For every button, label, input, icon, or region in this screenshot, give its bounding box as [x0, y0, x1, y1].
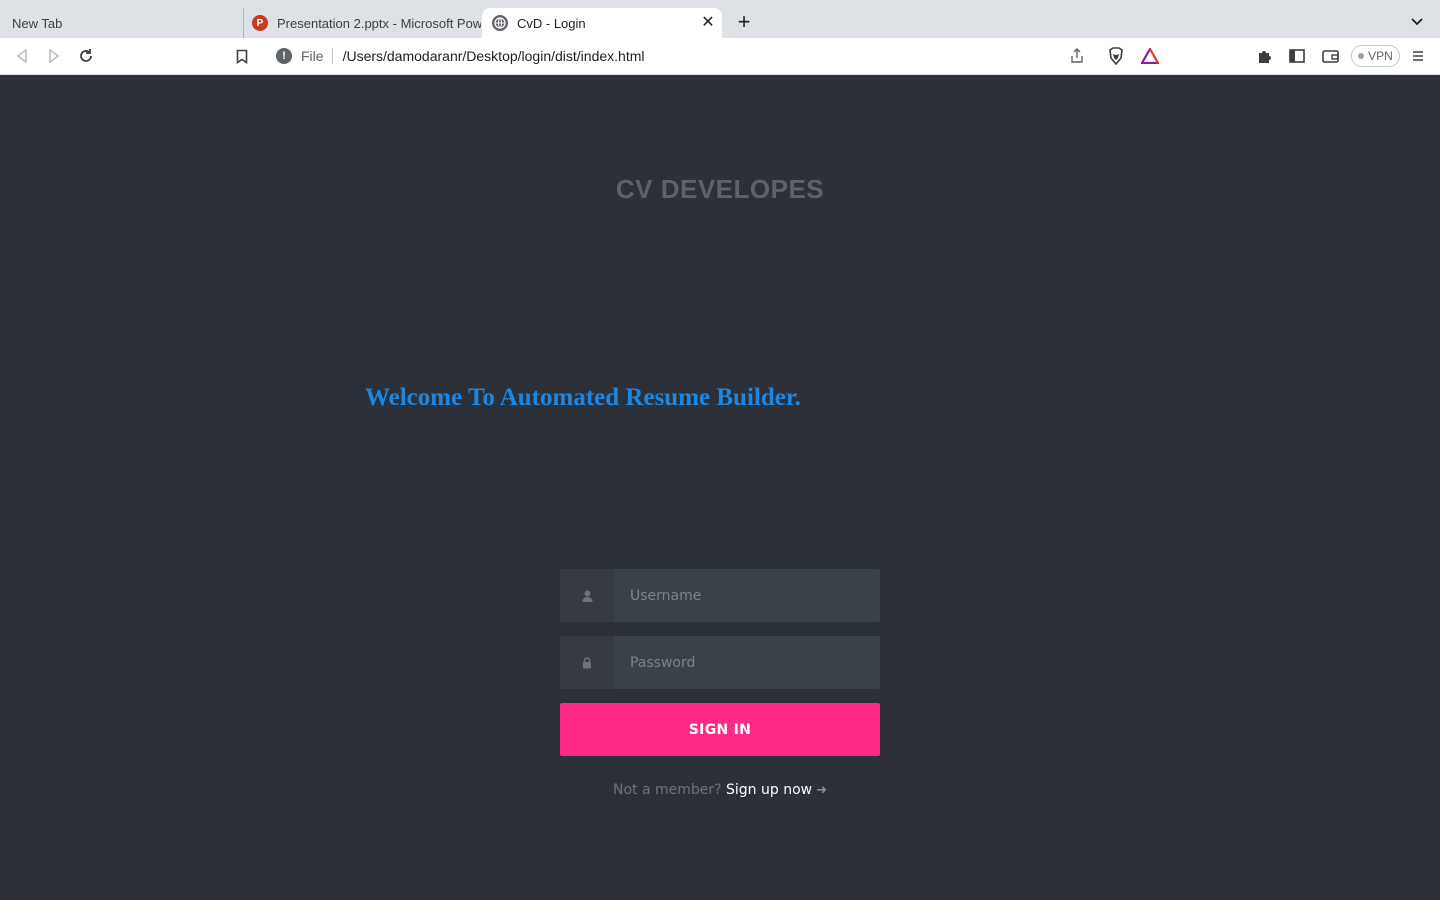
vpn-button[interactable]: VPN	[1351, 45, 1400, 67]
sign-in-button[interactable]: SIGN IN	[560, 703, 880, 756]
username-input[interactable]	[614, 569, 880, 622]
tab-title: New Tab	[12, 15, 63, 31]
info-icon[interactable]: !	[276, 48, 292, 64]
brand-title: CV DEVELOPES	[615, 174, 825, 204]
vpn-label: VPN	[1368, 49, 1393, 63]
tab-title: CvD - Login	[517, 15, 586, 31]
tab-cvd-login[interactable]: CvD - Login ✕	[482, 8, 722, 38]
browser-tab-strip: New Tab P Presentation 2.pptx - Microsof…	[0, 0, 1440, 38]
welcome-heading: Welcome To Automated Resume Builder.	[365, 384, 801, 411]
powerpoint-icon: P	[252, 15, 268, 31]
bookmark-icon[interactable]	[232, 46, 252, 66]
tab-title: Presentation 2.pptx - Microsoft PowerPoi…	[277, 15, 481, 31]
share-icon[interactable]	[1067, 46, 1087, 66]
browser-toolbar: ! File /Users/damodaranr/Desktop/login/d…	[0, 38, 1440, 75]
vpn-status-dot	[1358, 53, 1365, 59]
arrow-right-icon[interactable]: ➜	[816, 783, 827, 798]
user-icon	[560, 569, 614, 622]
forward-icon[interactable]	[44, 46, 64, 66]
brave-shield-icon[interactable]	[1106, 46, 1126, 66]
divider	[331, 48, 333, 64]
sign-up-link[interactable]: Sign up now	[726, 782, 812, 798]
menu-icon[interactable]	[1408, 46, 1428, 66]
url-text[interactable]: /Users/damodaranr/Desktop/login/dist/ind…	[343, 48, 645, 64]
new-tab-button[interactable]: +	[733, 11, 755, 33]
address-bar[interactable]: ! File /Users/damodaranr/Desktop/login/d…	[266, 41, 1168, 71]
tab-new-tab[interactable]: New Tab	[0, 8, 243, 38]
scheme-label: File	[301, 48, 324, 64]
sidebar-icon[interactable]	[1287, 46, 1307, 66]
reload-icon[interactable]	[76, 46, 96, 66]
close-icon[interactable]: ✕	[700, 15, 716, 31]
lock-icon	[560, 636, 614, 689]
chevron-down-icon[interactable]	[1410, 14, 1428, 28]
tab-presentation[interactable]: P Presentation 2.pptx - Microsoft PowerP…	[243, 8, 481, 38]
password-input[interactable]	[614, 636, 880, 689]
signup-question: Not a member?	[612, 782, 722, 798]
globe-icon	[492, 15, 508, 31]
signup-prompt: Not a member? Sign up now ➜	[0, 782, 1440, 798]
back-icon[interactable]	[12, 46, 32, 66]
puzzle-icon[interactable]	[1255, 46, 1275, 66]
wallet-icon[interactable]	[1320, 46, 1340, 66]
brave-rewards-icon[interactable]	[1140, 46, 1160, 66]
password-field	[560, 636, 880, 689]
username-field	[560, 569, 880, 622]
